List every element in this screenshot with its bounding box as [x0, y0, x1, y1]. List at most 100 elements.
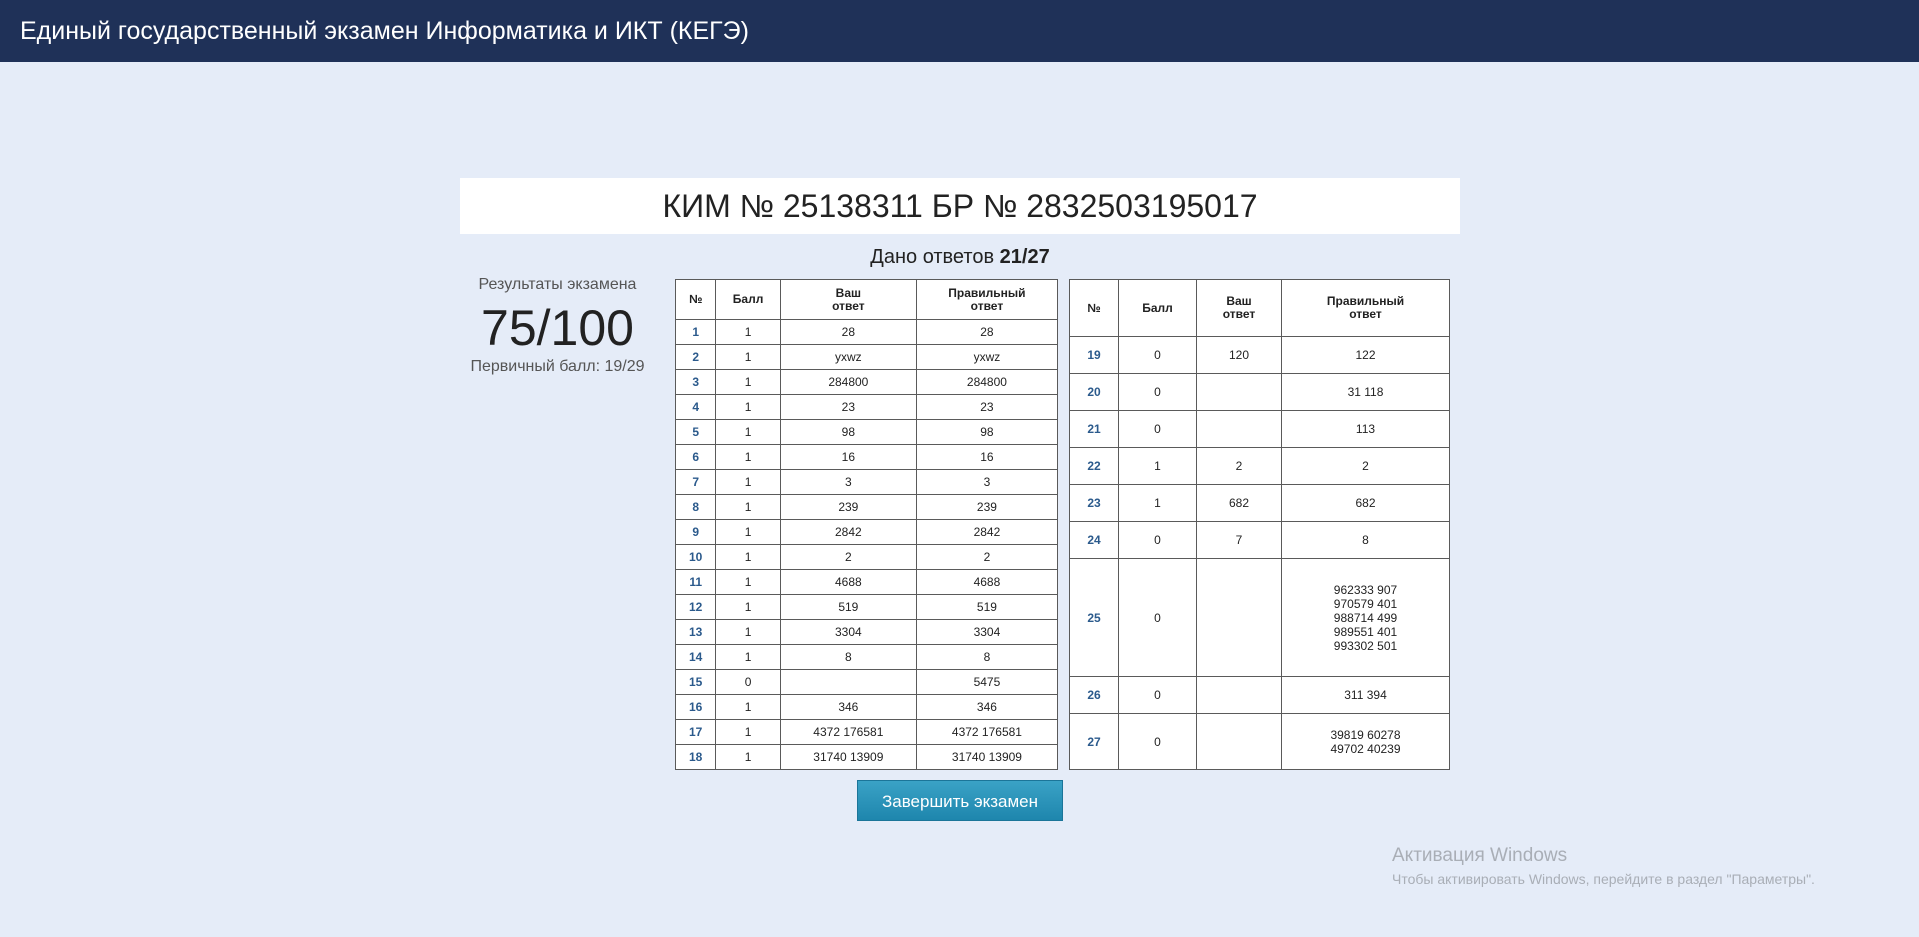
task-score: 1	[715, 619, 781, 645]
your-answer: 3304	[779, 619, 917, 645]
table-row: 22 1 2 2	[1069, 447, 1450, 485]
task-score: 1	[715, 544, 781, 570]
answer-line: 519	[838, 600, 859, 614]
correct-answer: 311 394	[1281, 676, 1450, 714]
header-num: №	[674, 279, 717, 320]
task-number: 10	[674, 544, 717, 570]
task-number: 16	[674, 694, 717, 720]
correct-answer: 28	[915, 319, 1059, 345]
table-row: 26 0 311 394	[1069, 676, 1450, 714]
your-answer	[1196, 373, 1282, 411]
table-row: 19 0 120 122	[1069, 336, 1450, 374]
correct-answer: 2	[915, 544, 1059, 570]
task-number: 6	[674, 444, 717, 470]
answer-line: 4688	[973, 575, 1001, 589]
task-number: 7	[674, 469, 717, 495]
correct-answer: 8	[915, 644, 1059, 670]
correct-answer: yxwz	[915, 344, 1059, 370]
task-number: 23	[1069, 484, 1119, 522]
answer-line: 23	[980, 400, 994, 414]
table-row: 10 1 2 2	[674, 544, 1059, 570]
answer-line: 98	[841, 425, 856, 439]
finish-exam-button[interactable]: Завершить экзамен	[857, 780, 1063, 821]
your-answer	[1196, 713, 1282, 770]
answer-line: 519	[976, 600, 997, 614]
task-score: 1	[1118, 484, 1197, 522]
header-correct-answer-line: ответ	[1349, 307, 1382, 321]
task-score: 0	[715, 669, 781, 695]
table-row: 18 1 31740 13909 31740 13909	[674, 744, 1059, 770]
task-score: 1	[715, 469, 781, 495]
correct-answer: 31740 13909	[915, 744, 1059, 770]
your-answer: 31740 13909	[779, 744, 917, 770]
answer-line: 31740 13909	[813, 750, 884, 764]
answer-line: 8	[983, 650, 991, 664]
task-number: 11	[674, 569, 717, 595]
table-row: 9 1 2842 2842	[674, 519, 1059, 545]
correct-answer: 39819 60278 49702 40239	[1281, 713, 1450, 770]
primary-score: Первичный балл: 19/29	[470, 358, 645, 375]
task-score: 1	[715, 719, 781, 745]
header-num: №	[1069, 279, 1119, 337]
table-row: 4 1 23 23	[674, 394, 1059, 420]
task-score: 0	[1118, 336, 1197, 374]
task-score: 1	[715, 744, 781, 770]
your-answer: yxwz	[779, 344, 917, 370]
task-score: 1	[715, 319, 781, 345]
table-row: 5 1 98 98	[674, 419, 1059, 445]
your-answer: 2	[779, 544, 917, 570]
answer-line: 7	[1235, 533, 1243, 547]
answer-line: 49702 40239	[1330, 741, 1401, 756]
task-score: 0	[1118, 373, 1197, 411]
correct-answer: 16	[915, 444, 1059, 470]
correct-answer: 2842	[915, 519, 1059, 545]
your-answer: 120	[1196, 336, 1282, 374]
task-score: 1	[715, 369, 781, 395]
task-number: 18	[674, 744, 717, 770]
task-score: 1	[715, 694, 781, 720]
answer-line: 8	[845, 650, 852, 664]
answer-line: 2	[983, 550, 991, 564]
answer-line: 4688	[834, 575, 862, 589]
header-your-answer-line: Ваш	[835, 285, 862, 300]
task-score: 1	[715, 594, 781, 620]
correct-answer: 8	[1281, 521, 1450, 559]
task-number: 17	[674, 719, 717, 745]
table-row: 27 0 39819 60278 49702 40239	[1069, 713, 1450, 770]
answer-line: 28	[980, 325, 994, 339]
header-bar: Единый государственный экзамен Информати…	[0, 0, 1919, 62]
correct-answer: 3304	[915, 619, 1059, 645]
your-answer: 2	[1196, 447, 1282, 485]
header-correct-answer-line: ответ	[970, 298, 1004, 313]
correct-answer: 682	[1281, 484, 1450, 522]
answer-line: 8	[1362, 533, 1369, 547]
answer-line: 2842	[973, 525, 1001, 539]
task-number: 27	[1069, 713, 1119, 770]
table-row: 71 3 3	[674, 469, 1059, 495]
your-answer: 4372 176581	[779, 719, 917, 745]
correct-answer: 239	[915, 494, 1059, 520]
answer-line: 31740 13909	[951, 750, 1022, 764]
answer-line: 239	[838, 500, 859, 514]
your-answer	[1196, 410, 1282, 448]
table-row: 15 0 5475	[674, 669, 1059, 695]
answer-line: 2	[845, 550, 852, 564]
answer-line: 2	[1362, 459, 1369, 473]
your-answer: 682	[1196, 484, 1282, 522]
answer-line: 284800	[828, 375, 869, 389]
table-row: 24 0 7 8	[1069, 521, 1450, 559]
task-number: 9	[674, 519, 717, 545]
answer-line: 3304	[834, 625, 862, 639]
table-row: 12 1 519 519	[674, 594, 1059, 620]
answers-table-right: № Балл Ваш ответ Правильный ответ 19 0 120…	[1069, 279, 1450, 770]
answers-table-left: № Балл Ваш ответ Правильный ответ 1 1 28 28…	[674, 279, 1059, 770]
header-correct-answer: Правильный ответ	[915, 279, 1059, 320]
your-answer: 16	[779, 444, 917, 470]
header-your-answer-line: ответ	[1222, 307, 1256, 321]
task-number: 21	[1069, 410, 1119, 448]
task-score: 0	[1118, 713, 1197, 770]
your-answer: 519	[779, 594, 917, 620]
answer-line: 346	[976, 700, 997, 714]
task-score: 1	[1118, 447, 1197, 485]
answered-count: Дано ответов 21/27	[660, 245, 1260, 269]
